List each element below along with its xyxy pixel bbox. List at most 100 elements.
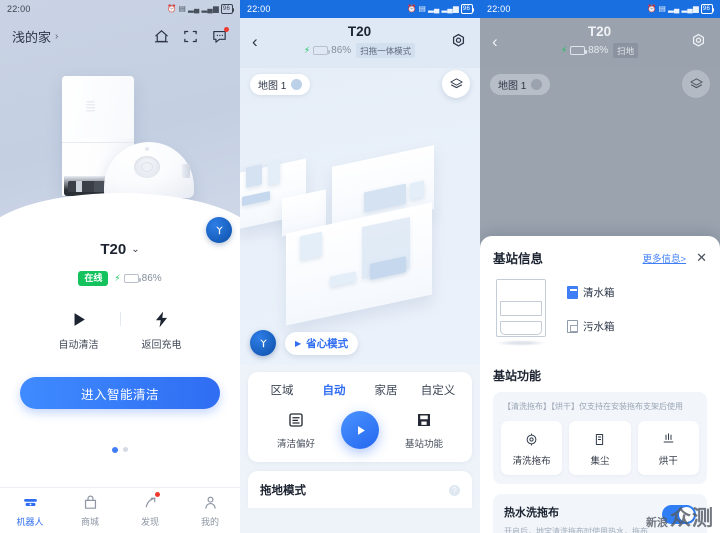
station-info-sheet: 基站信息 更多信息> ✕ 清水箱 污水箱 基站功能 【清洗拖布】【烘干】仅支持在… [480,236,720,533]
lightning-bolt-icon [121,308,203,330]
layers-button[interactable] [682,70,710,98]
battery-indicator: ⚡ 86% [114,273,161,284]
layers-icon [449,77,463,88]
tab-profile-label: 我的 [200,517,219,527]
robot-side-sensor [182,164,190,178]
panel-device-home: 22:00 ⏰ ▤ ▂▄ ▂▄▆ 96 浅的家 › T20 ⌄ 在线 ⚡ 86%… [0,0,240,533]
tab-home[interactable]: 家居 [360,382,412,398]
device-substatus: ⚡ 86% 扫拖一体模式 [270,43,449,58]
compass-icon [120,493,180,511]
tab-robot[interactable]: 机器人 [0,493,60,528]
status-bar-3: 22:00 ⏰ ▤ ▂▄ ▂▄▆ 96 [480,0,720,18]
home-header: 浅的家 › [0,18,240,54]
signal-4g-icon: ▂▄ [427,4,440,14]
start-clean-button[interactable] [341,411,379,449]
clean-control-card: 区域 自动 家居 自定义 清洁偏好 基站功能 [248,372,472,462]
play-triangle-icon [38,308,120,330]
page-title: T20 [347,24,372,39]
gear-icon[interactable] [689,32,708,51]
page-title: T20 [587,24,612,39]
wash-mop-label: 清洗拖布 [512,456,551,467]
action-return-dock[interactable]: 返回充电 [121,308,203,351]
station-dirty-tank-slot [500,321,542,335]
clean-tank-icon [567,286,578,299]
map-selector-chip[interactable]: 地图 1 [250,74,311,95]
layers-button[interactable] [442,70,470,98]
message-icon[interactable] [211,26,229,45]
clean-preference-label: 清洁偏好 [276,439,315,450]
dock-seam [62,142,134,143]
tab-mall[interactable]: 商城 [60,493,120,528]
scan-icon[interactable] [182,28,199,45]
mop-mode-card[interactable]: 拖地模式 ? [248,471,472,508]
status-icons: ⏰ ▤ ▂▄ ▂▄▆ 96 [407,4,475,14]
hd-icon: ▤ [658,4,666,14]
dirty-tank-label: 污水箱 [583,321,615,333]
alarm-icon: ⏰ [167,4,177,14]
station-function-card: 【清洗拖布】【烘干】仅支持在安装拖布支架后使用 清洗拖布 集尘 烘干 [493,392,707,484]
map-selector-chip[interactable]: 地图 1 [490,74,551,95]
page-dot-1[interactable] [112,447,118,454]
map-canvas-dimmed: 地图 1 [480,68,720,248]
discover-badge-dot [155,492,160,497]
home-selector[interactable]: 浅的家 › [12,27,58,46]
clean-preference-button[interactable]: 清洁偏好 [268,410,324,450]
wash-mop-button[interactable]: 清洗拖布 [501,421,563,475]
station-function-button[interactable]: 基站功能 [396,410,452,450]
home-icon[interactable] [153,28,170,45]
clean-mode-chip: 扫拖一体模式 [356,43,416,58]
hot-water-wash-text: 热水洗拖布 开启后，地宝清洗拖布时使用热水，拖布清洗更干净 [504,504,654,533]
dust-collect-button[interactable]: 集尘 [569,421,631,475]
dry-label: 烘干 [658,456,678,467]
station-illustration [493,279,549,346]
device-name-selector[interactable]: T20 ⌄ [0,241,240,258]
battery-percent-label: 88% [588,45,609,56]
chevron-right-icon: › [55,30,59,42]
station-overview: 清水箱 污水箱 [493,279,707,353]
assistant-avatar-badge[interactable] [250,330,276,356]
map-name-label: 地图 1 [498,81,527,92]
message-badge-dot [224,26,229,32]
page-dot-2[interactable] [123,447,128,453]
more-info-link[interactable]: 更多信息> [643,251,687,265]
status-icons: ⏰ ▤ ▂▄ ▂▄▆ 96 [647,4,715,14]
assistant-avatar-badge[interactable] [206,217,232,243]
worryfree-mode-button[interactable]: ▶ 省心模式 [285,331,359,355]
hot-water-wash-title: 热水洗拖布 [504,507,559,519]
watermark-big: 众测 [670,507,714,530]
map-canvas[interactable]: 地图 1 ▶ 省心模式 [240,68,480,364]
sheet-header-actions: 更多信息> ✕ [643,251,707,265]
status-battery: 96 [700,4,715,14]
close-icon[interactable]: ✕ [696,251,707,264]
tab-robot-label: 机器人 [16,517,44,527]
tank-dirty-water: 污水箱 [567,319,615,334]
tab-area[interactable]: 区域 [256,382,308,398]
help-icon[interactable]: ? [449,484,460,496]
dirty-tank-icon [567,320,578,333]
tab-profile[interactable]: 我的 [180,493,240,528]
mop-wash-icon [501,430,562,448]
battery-percent-label: 86% [331,45,352,56]
status-bar-1: 22:00 ⏰ ▤ ▂▄ ▂▄▆ 96 [0,0,240,18]
dry-button[interactable]: 烘干 [637,421,699,475]
tab-custom[interactable]: 自定义 [412,382,464,398]
watermark: 新浪 众测 [646,508,714,529]
station-function-label: 基站功能 [404,439,443,450]
station-function-hint: 【清洗拖布】【烘干】仅支持在安装拖布支架后使用 [503,402,683,411]
action-auto-clean[interactable]: 自动清洁 [38,308,120,351]
dust-collect-label: 集尘 [590,456,610,467]
screenshot-stage: 22:00 ⏰ ▤ ▂▄ ▂▄▆ 96 浅的家 › T20 ⌄ 在线 ⚡ 86%… [0,0,720,533]
hd-icon: ▤ [178,4,186,14]
play-triangle-icon [357,425,365,435]
tab-discover[interactable]: 发现 [120,492,180,528]
bottom-tab-bar: 机器人 商城 发现 我的 [0,487,240,533]
home-name-label: 浅的家 [12,29,52,45]
back-icon[interactable]: ‹ [492,33,510,50]
worryfree-mode-label: 省心模式 [306,337,349,350]
smart-clean-button[interactable]: 进入智能清洁 [20,377,220,410]
map-footer-controls: ▶ 省心模式 [250,330,359,356]
tab-auto[interactable]: 自动 [308,382,360,398]
gear-icon[interactable] [449,32,468,51]
back-icon[interactable]: ‹ [252,33,270,50]
tank-list: 清水箱 污水箱 [567,279,615,353]
